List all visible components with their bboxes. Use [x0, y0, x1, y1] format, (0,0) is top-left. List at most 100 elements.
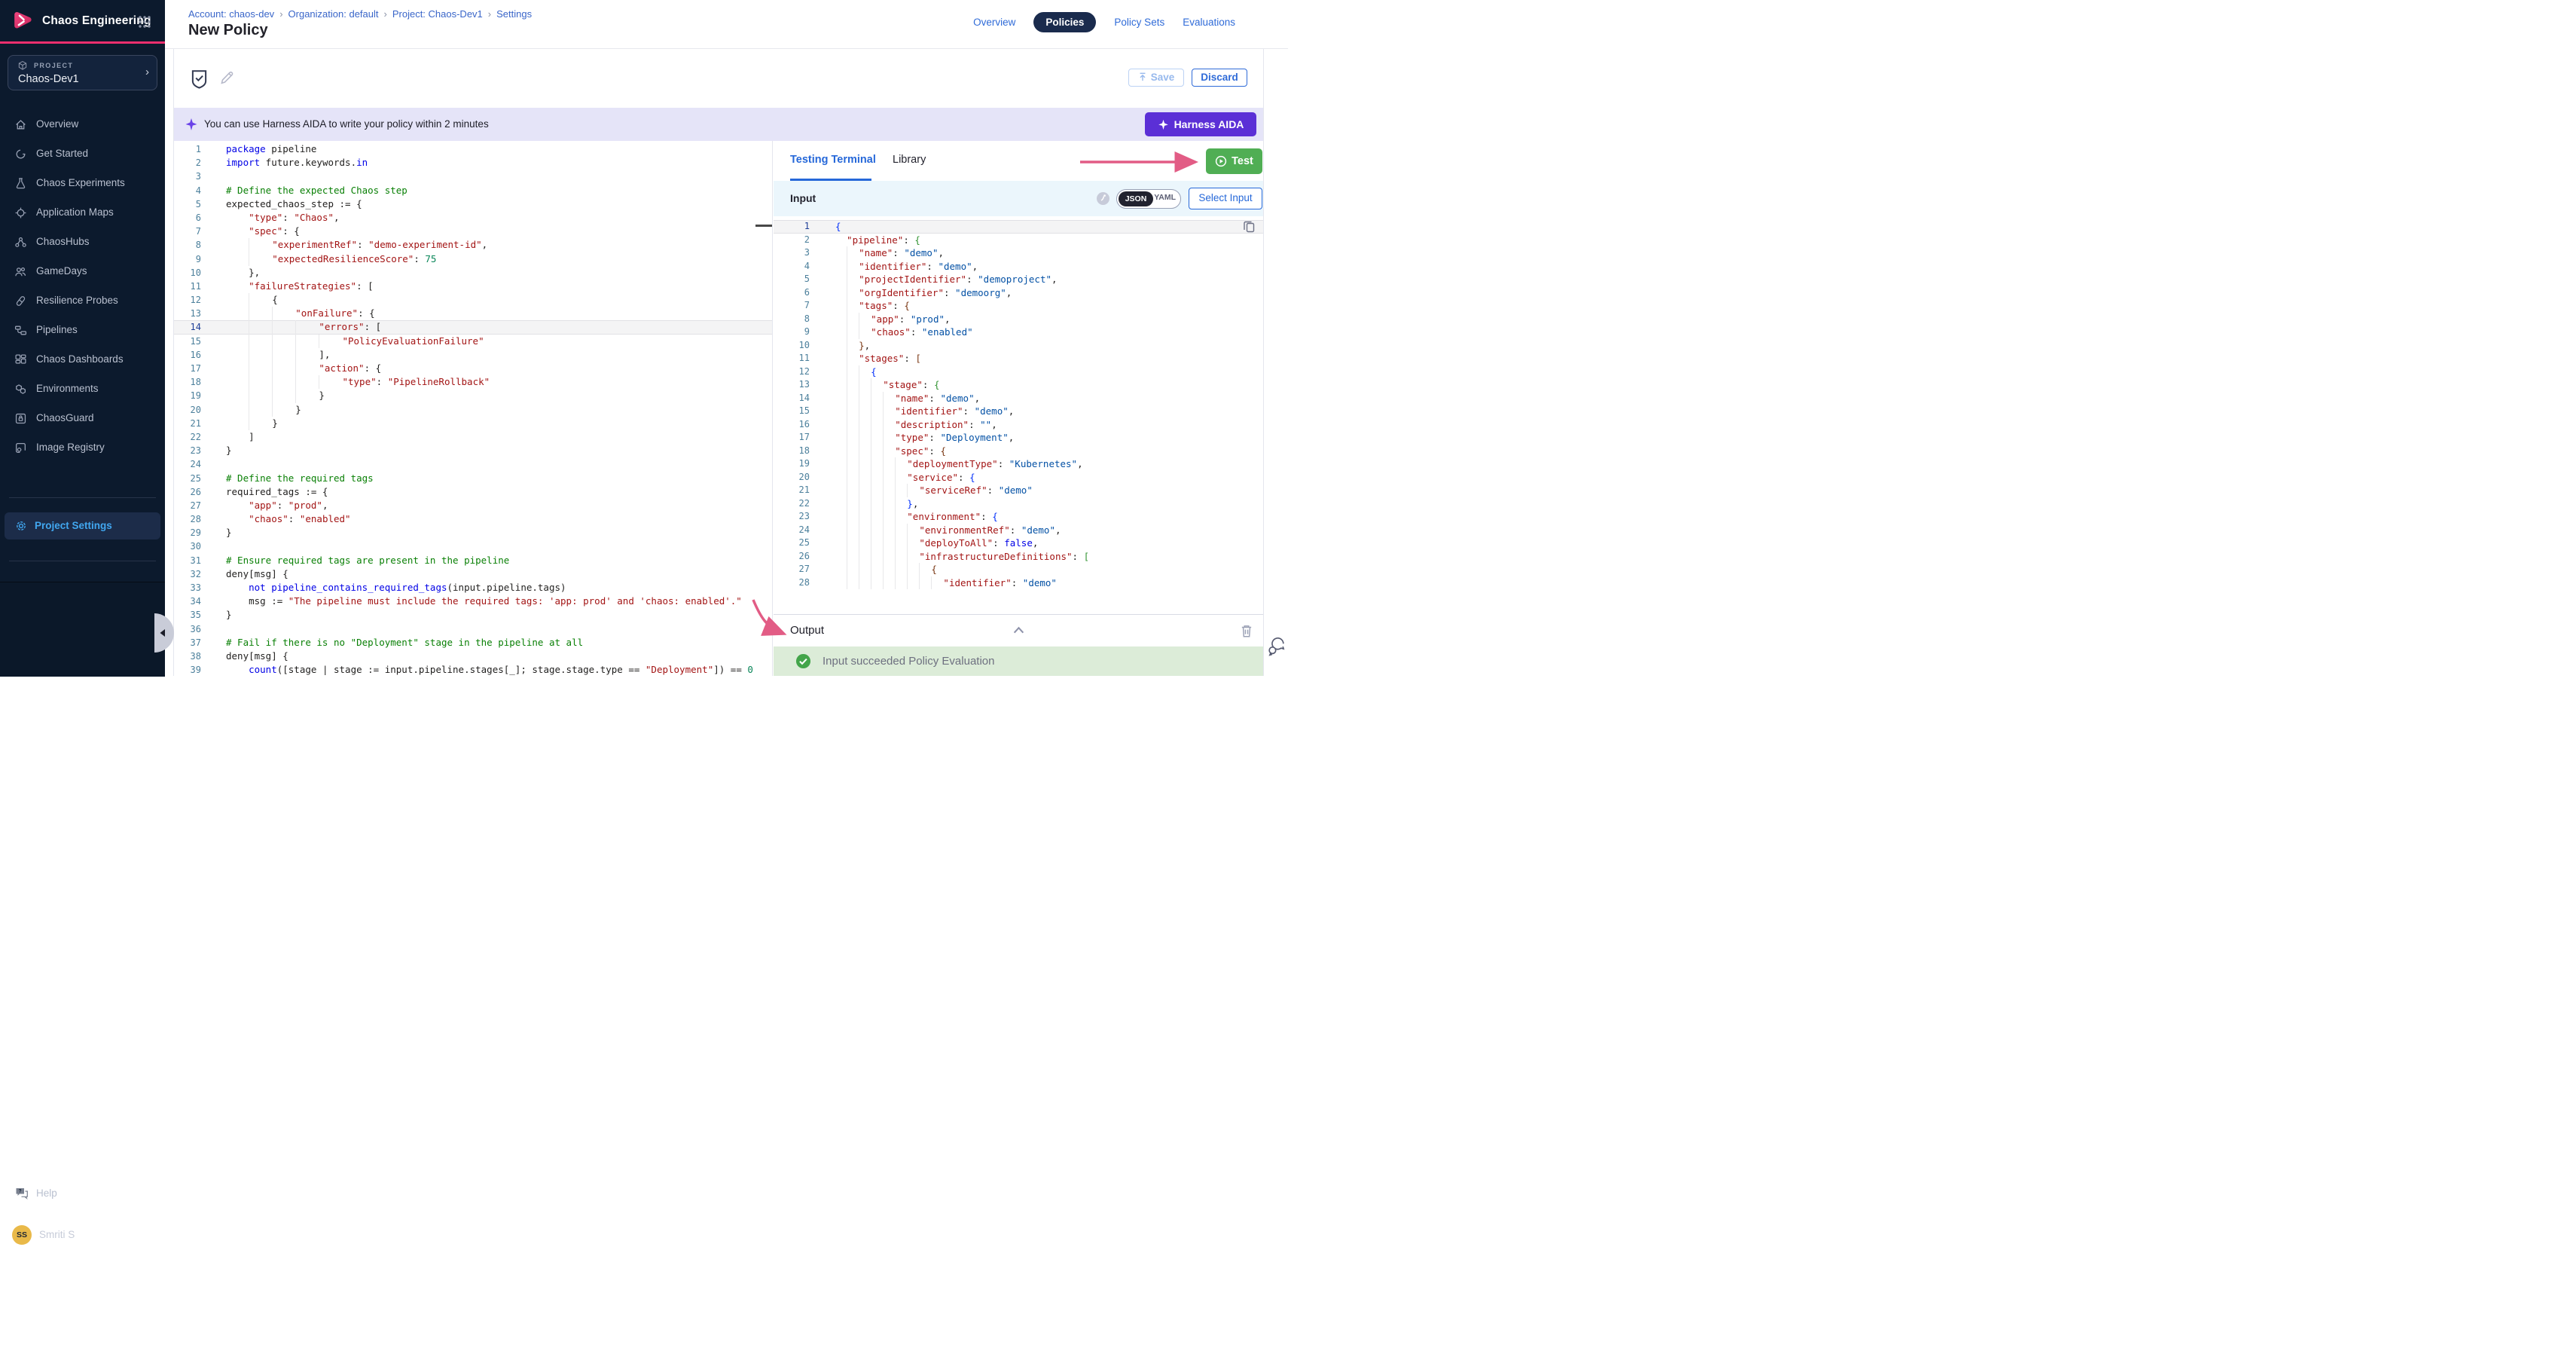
- tab-policy-sets[interactable]: Policy Sets: [1114, 17, 1164, 28]
- line-number: 38: [174, 650, 208, 663]
- discard-button[interactable]: Discard: [1192, 69, 1247, 87]
- module-grid-icon[interactable]: [137, 14, 152, 29]
- code-line: 18"spec": {: [774, 445, 1263, 458]
- edit-pencil-icon[interactable]: [219, 69, 235, 86]
- sidebar-item-application-maps[interactable]: Application Maps: [0, 198, 165, 228]
- tab-overview[interactable]: Overview: [973, 17, 1015, 28]
- sidebar-item-gamedays[interactable]: GameDays: [0, 257, 165, 286]
- code-line: 19"deploymentType": "Kubernetes",: [774, 457, 1263, 471]
- sidebar-collapse-handle[interactable]: [154, 613, 174, 653]
- line-number: 10: [774, 339, 817, 353]
- tab-testing-terminal[interactable]: Testing Terminal: [790, 154, 876, 166]
- save-button[interactable]: Save: [1128, 69, 1184, 87]
- sidebar-item-project-settings[interactable]: Project Settings: [5, 512, 160, 539]
- line-number: 15: [174, 335, 208, 348]
- select-input-button[interactable]: Select Input: [1189, 188, 1262, 209]
- help-chat-icon: ?: [14, 1186, 29, 1201]
- code-line: 7"tags": {: [774, 299, 1263, 313]
- code-line: 5expected_chaos_step := {: [174, 197, 772, 211]
- sidebar-item-environments[interactable]: Environments: [0, 374, 165, 404]
- code-line: 15"PolicyEvaluationFailure": [174, 335, 772, 348]
- toggle-yaml[interactable]: YAML: [1154, 193, 1176, 202]
- sidebar-item-image-registry[interactable]: Image Registry: [0, 433, 165, 463]
- sidebar-item-pipelines[interactable]: Pipelines: [0, 316, 165, 345]
- code-line: 4# Define the expected Chaos step: [174, 184, 772, 197]
- editor-cursor-marker: [755, 225, 772, 227]
- line-number: 13: [174, 307, 208, 320]
- sidebar-item-get-started[interactable]: Get Started: [0, 139, 165, 169]
- code-line: 12{: [174, 293, 772, 307]
- breadcrumb-organization[interactable]: Organization: default: [288, 8, 379, 20]
- line-number: 23: [774, 510, 817, 524]
- code-line: 32deny[msg] {: [174, 567, 772, 581]
- line-number: 5: [774, 273, 817, 286]
- code-line: 34msg := "The pipeline must include the …: [174, 595, 772, 608]
- breadcrumb-settings[interactable]: Settings: [496, 8, 532, 20]
- chevron-up-icon[interactable]: [1012, 625, 1025, 635]
- harness-aida-button[interactable]: Harness AIDA: [1145, 112, 1256, 136]
- chevron-right-icon: ›: [145, 66, 149, 78]
- code-line: 21}: [174, 417, 772, 430]
- line-number: 14: [774, 392, 817, 405]
- output-section-header: Output: [774, 614, 1263, 647]
- prettify-icon[interactable]: [1097, 192, 1109, 205]
- feedback-chat-icon[interactable]: [1267, 636, 1286, 657]
- aida-banner: You can use Harness AIDA to write your p…: [174, 108, 1263, 141]
- code-line: 26required_tags := {: [174, 485, 772, 499]
- line-number: 3: [174, 170, 208, 183]
- trash-icon[interactable]: [1240, 624, 1253, 638]
- line-number: 22: [174, 430, 208, 444]
- home-icon: [14, 118, 27, 131]
- line-number: 35: [174, 608, 208, 622]
- code-line: 16"description": "",: [774, 418, 1263, 432]
- tab-policies[interactable]: Policies: [1033, 12, 1096, 32]
- capsule-icon: [14, 295, 27, 307]
- policy-code-editor[interactable]: 1package pipeline2import future.keywords…: [174, 141, 772, 676]
- code-line: 30: [174, 539, 772, 553]
- line-number: 9: [774, 326, 817, 339]
- sidebar-item-overview[interactable]: Overview: [0, 110, 165, 139]
- tab-library[interactable]: Library: [893, 154, 926, 166]
- test-button[interactable]: Test: [1206, 148, 1262, 174]
- line-number: 24: [774, 524, 817, 537]
- page-title: New Policy: [188, 22, 268, 39]
- registry-gear-icon: [14, 442, 27, 454]
- line-number: 31: [174, 554, 208, 567]
- sidebar-item-chaos-experiments[interactable]: Chaos Experiments: [0, 169, 165, 198]
- line-number: 21: [774, 484, 817, 497]
- copy-icon[interactable]: [1243, 220, 1256, 233]
- output-label: Output: [790, 624, 824, 637]
- code-line: 20"service": {: [774, 471, 1263, 484]
- user-menu[interactable]: SS Smriti S: [0, 1224, 165, 1247]
- code-line: 27"app": "prod",: [174, 499, 772, 512]
- sidebar-item-resilience-probes[interactable]: Resilience Probes: [0, 286, 165, 316]
- code-line: 6"type": "Chaos",: [174, 211, 772, 225]
- project-selector[interactable]: PROJECT Chaos-Dev1 ›: [8, 55, 157, 90]
- shield-check-icon[interactable]: [191, 69, 208, 89]
- sidebar-item-chaoshubs[interactable]: ChaosHubs: [0, 228, 165, 257]
- tab-evaluations[interactable]: Evaluations: [1183, 17, 1235, 28]
- sidebar-item-chaos-dashboards[interactable]: Chaos Dashboards: [0, 345, 165, 374]
- line-number: 8: [174, 238, 208, 252]
- code-line: 23}: [174, 444, 772, 457]
- sparkle-icon: [185, 118, 198, 131]
- input-json-editor[interactable]: 1{2"pipeline": {3"name": "demo",4"identi…: [774, 216, 1263, 614]
- line-number: 13: [774, 378, 817, 392]
- code-line: 1{: [774, 220, 1263, 234]
- line-number: 24: [174, 457, 208, 471]
- line-number: 12: [774, 365, 817, 379]
- users-icon: [14, 265, 27, 278]
- code-line: 29}: [174, 526, 772, 539]
- card-right-border: [1263, 49, 1264, 676]
- code-line: 10},: [174, 266, 772, 280]
- code-line: 13"onFailure": {: [174, 307, 772, 320]
- breadcrumb-project[interactable]: Project: Chaos-Dev1: [392, 8, 483, 20]
- breadcrumb-account[interactable]: Account: chaos-dev: [188, 8, 274, 20]
- toggle-json[interactable]: JSON: [1119, 191, 1153, 206]
- code-line: 8"experimentRef": "demo-experiment-id",: [174, 238, 772, 252]
- help-button[interactable]: ? Help: [0, 1184, 165, 1206]
- line-number: 28: [174, 512, 208, 526]
- line-number: 17: [774, 431, 817, 445]
- line-number: 15: [774, 405, 817, 418]
- sidebar-item-chaosguard[interactable]: ChaosGuard: [0, 404, 165, 433]
